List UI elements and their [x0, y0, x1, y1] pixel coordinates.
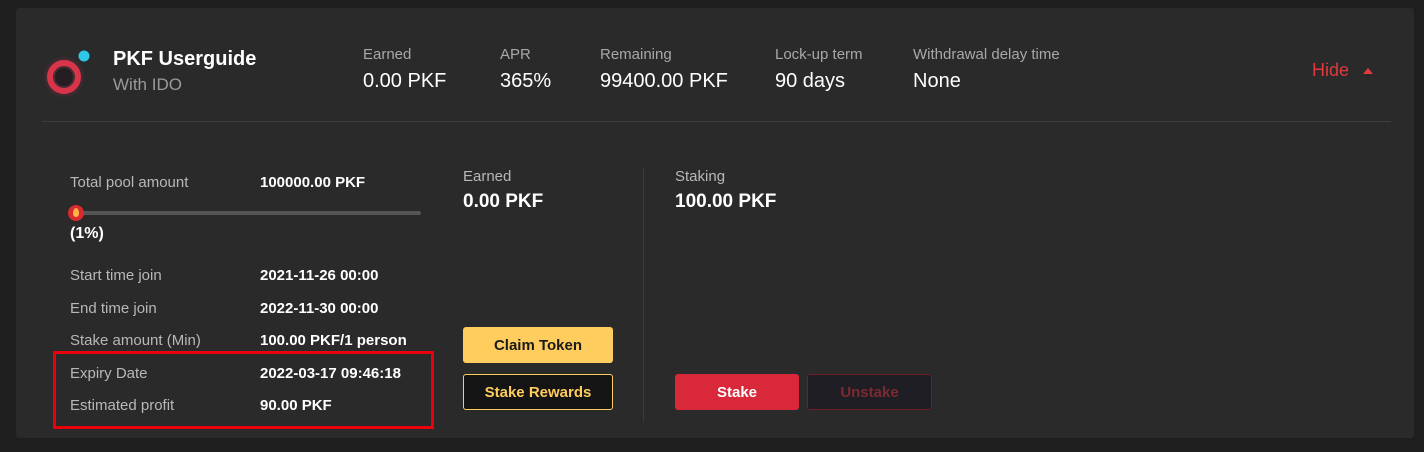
stat-value: 365% — [500, 70, 552, 92]
stat-value: 99400.00 PKF — [600, 70, 728, 92]
staking-label: Staking — [675, 168, 726, 185]
header-divider — [42, 121, 1391, 122]
pool-title: PKF Userguide — [113, 48, 257, 70]
pool-progress-bar — [76, 211, 421, 215]
stat-label: APR — [500, 46, 531, 63]
stat-withdrawal-delay: Withdrawal delay time None — [913, 46, 1060, 93]
earned-label: Earned — [463, 168, 512, 185]
stat-apr: APR 365% — [500, 46, 551, 93]
pool-subtitle: With IDO — [113, 75, 182, 94]
detail-value: 2022-11-30 00:00 — [260, 300, 379, 317]
hide-label: Hide — [1312, 60, 1350, 80]
detail-value: 100.00 PKF/1 person — [260, 332, 407, 349]
stat-value: None — [913, 70, 961, 92]
stat-label: Earned — [363, 46, 412, 63]
total-pool-value: 100000.00 PKF — [260, 174, 366, 191]
stat-value: 90 days — [775, 70, 846, 92]
stake-button[interactable]: Stake — [675, 374, 799, 410]
stat-value: 0.00 PKF — [363, 70, 447, 92]
detail-label: Start time join — [70, 267, 162, 284]
caret-up-icon — [1363, 67, 1374, 74]
progress-percent: (1%) — [70, 225, 104, 242]
stake-rewards-button[interactable]: Stake Rewards — [463, 374, 613, 410]
staking-value: 100.00 PKF — [675, 191, 777, 212]
total-pool-label: Total pool amount — [70, 174, 189, 191]
stat-label: Withdrawal delay time — [913, 46, 1060, 63]
hide-toggle-button[interactable]: Hide — [1312, 60, 1374, 81]
stat-label: Remaining — [600, 46, 672, 63]
panel-divider — [643, 167, 644, 422]
earned-value: 0.00 PKF — [463, 191, 544, 212]
stat-earned: Earned 0.00 PKF — [363, 46, 446, 93]
detail-label: End time join — [70, 300, 157, 317]
detail-label: Stake amount (Min) — [70, 332, 201, 349]
pool-name: PKF Userguide With IDO — [113, 48, 256, 95]
unstake-button[interactable]: Unstake — [807, 374, 932, 410]
fire-icon — [68, 205, 84, 221]
detail-value: 2021-11-26 00:00 — [260, 267, 379, 284]
stat-label: Lock-up term — [775, 46, 863, 63]
status-dot-icon — [78, 50, 90, 62]
pool-card: PKF Userguide With IDO Earned 0.00 PKF A… — [16, 8, 1414, 438]
claim-token-button[interactable]: Claim Token — [463, 327, 613, 363]
highlight-box — [53, 351, 434, 429]
stat-remaining: Remaining 99400.00 PKF — [600, 46, 728, 93]
stat-lockup-term: Lock-up term 90 days — [775, 46, 863, 93]
pool-logo-icon — [44, 50, 90, 97]
